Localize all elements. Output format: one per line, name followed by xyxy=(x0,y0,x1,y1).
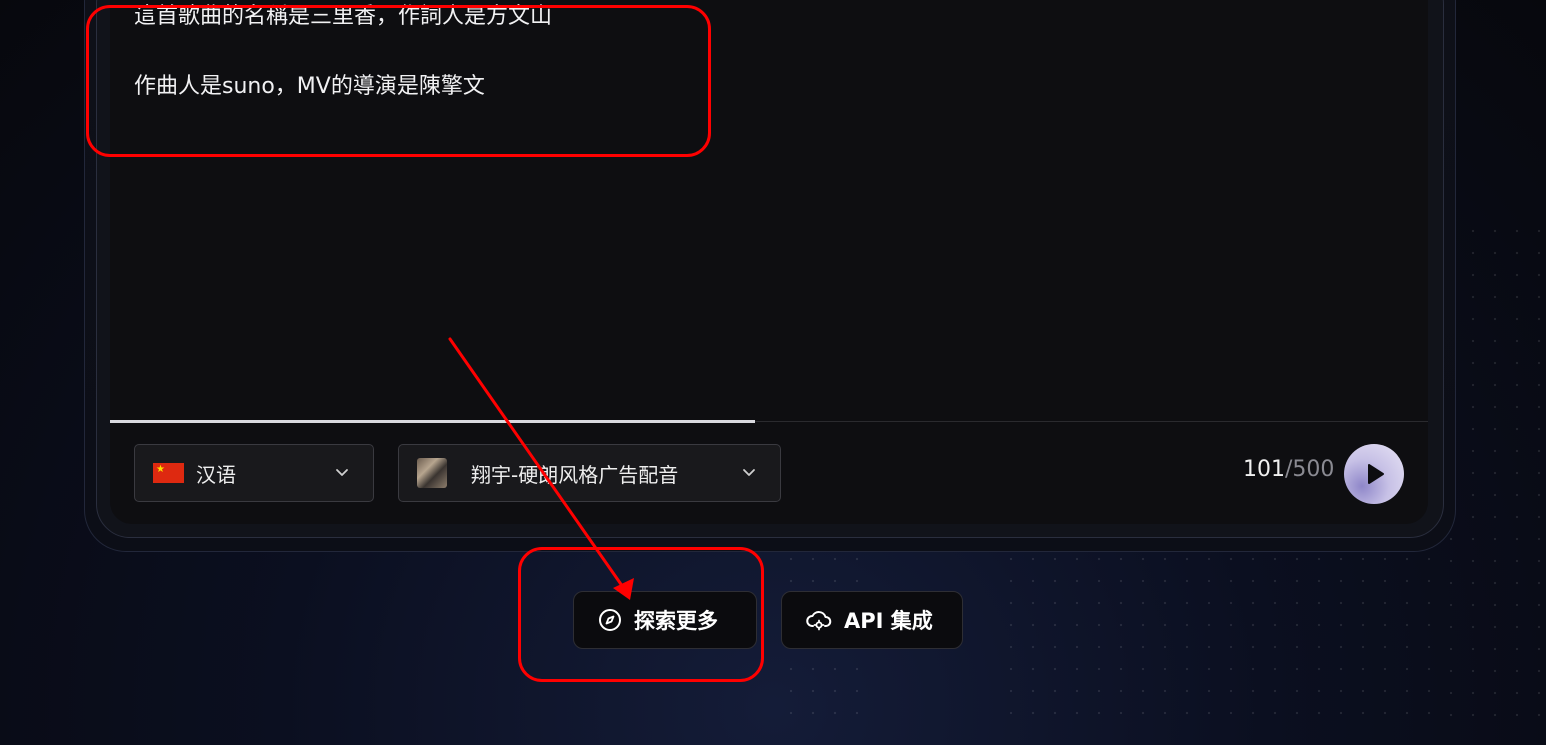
annotation-arrow xyxy=(448,337,634,600)
